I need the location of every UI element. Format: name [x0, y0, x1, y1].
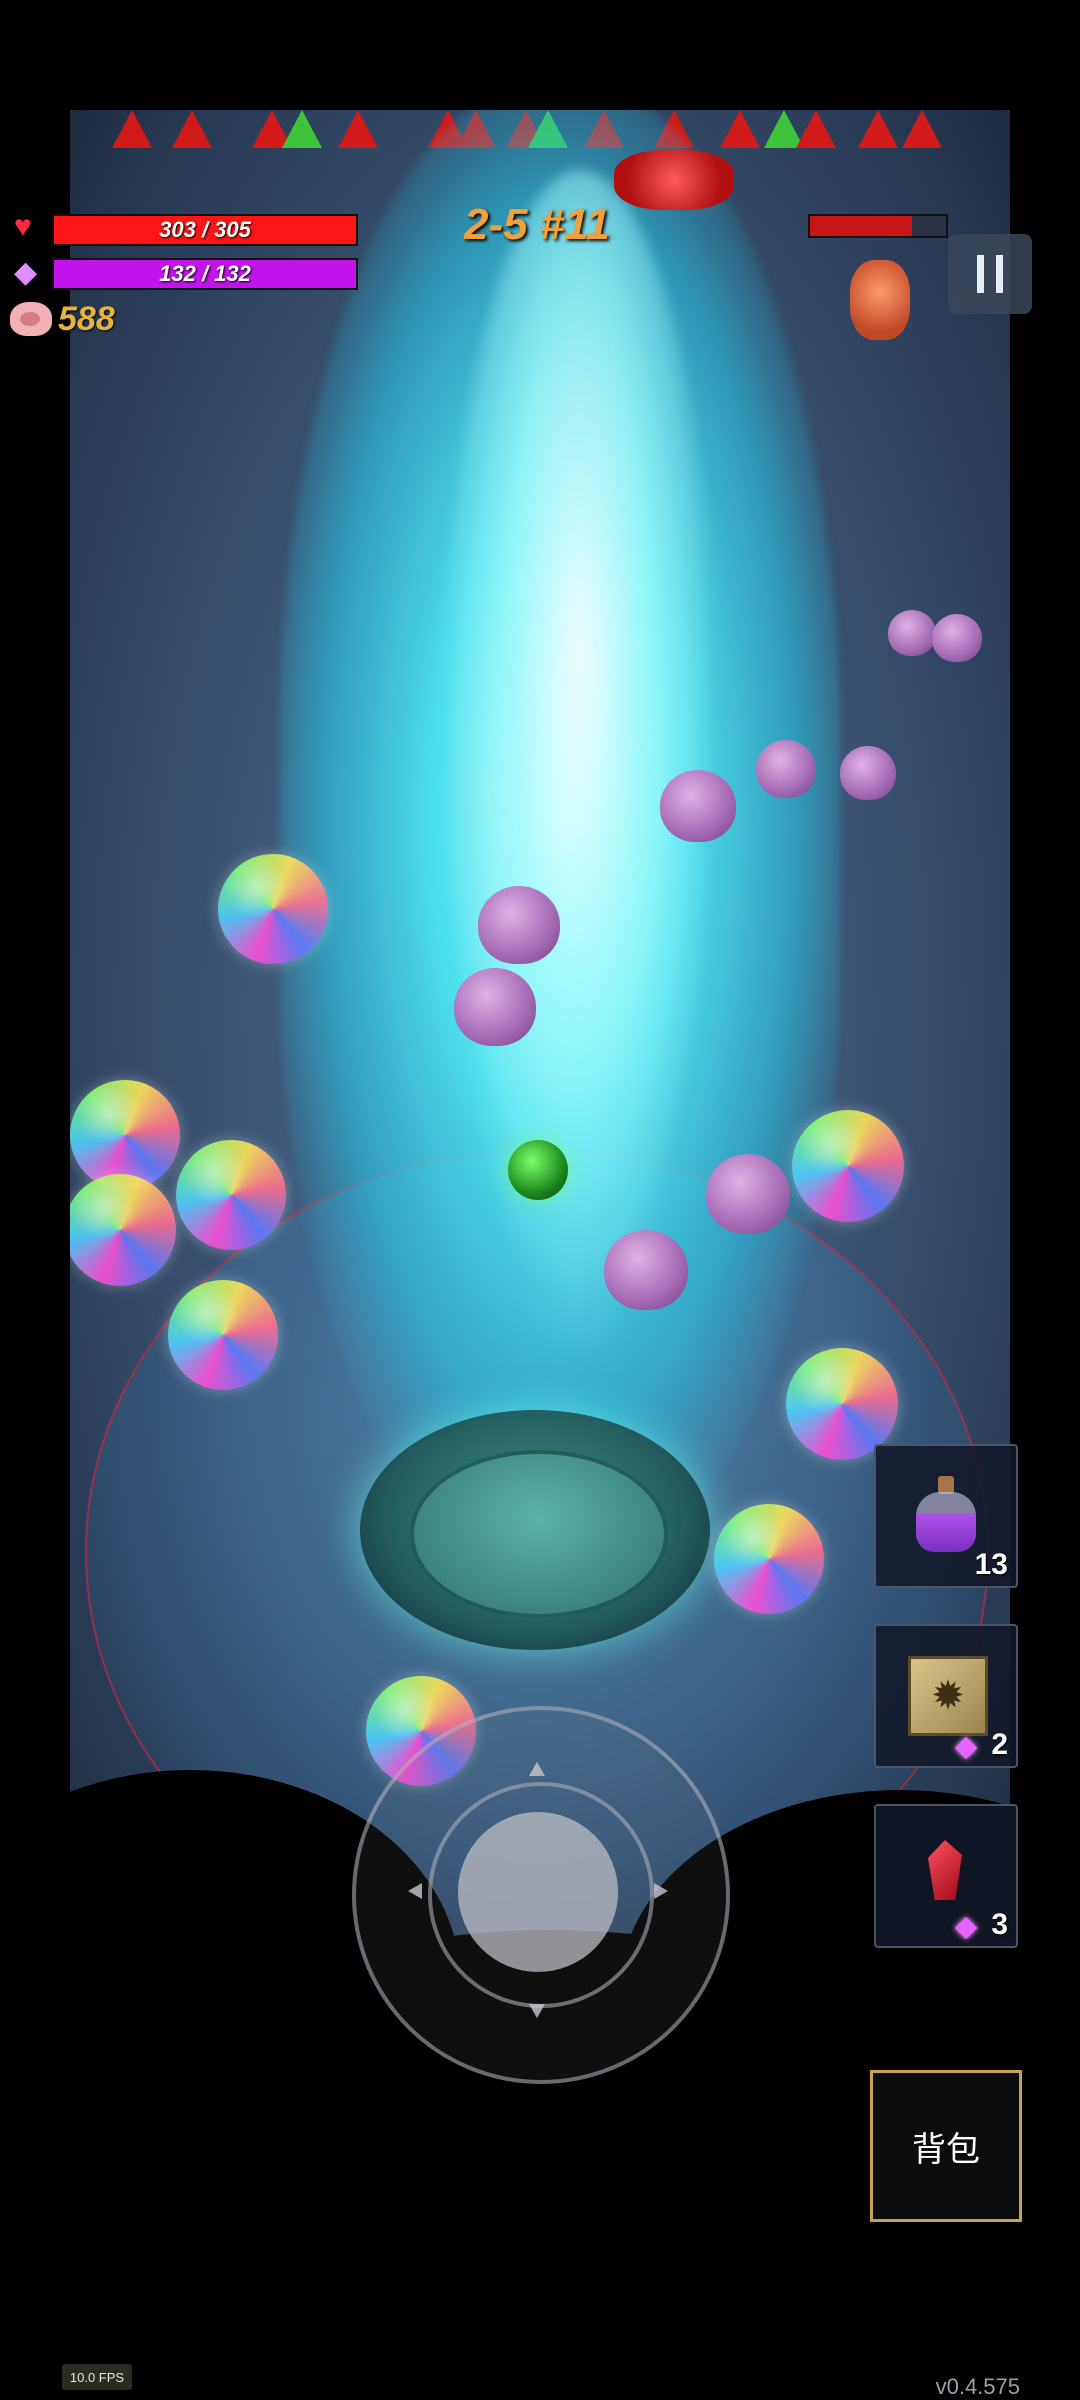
- mp-text: 132 / 132: [159, 261, 251, 286]
- backpack-button[interactable]: 背包: [870, 2070, 1022, 2222]
- gem-icon: ◆: [14, 256, 38, 289]
- slime-enemy: [932, 614, 982, 662]
- arrow-right-icon: [654, 1883, 668, 1899]
- bubble-projectile: [714, 1504, 824, 1614]
- spike: [282, 110, 322, 148]
- spike: [796, 110, 836, 148]
- slime-enemy: [706, 1154, 790, 1234]
- spike: [858, 110, 898, 148]
- version-label: v0.4.575: [935, 2374, 1020, 2399]
- slime-enemy: [454, 968, 536, 1046]
- slime-enemy: [888, 610, 936, 656]
- potion-icon: [916, 1476, 976, 1556]
- bubble-projectile: [218, 854, 328, 964]
- rune-box-icon: ✹: [908, 1656, 988, 1736]
- crystal-slot[interactable]: 3: [874, 1804, 1018, 1948]
- pause-icon: [977, 255, 984, 293]
- gem-cost-icon: [954, 1916, 978, 1940]
- spike: [720, 110, 760, 148]
- red-boss-enemy: [614, 150, 734, 210]
- joystick-knob[interactable]: [458, 1812, 618, 1972]
- spike: [338, 110, 378, 148]
- arrow-down-icon: [529, 2004, 545, 2018]
- potion-count: 13: [974, 1548, 1008, 1581]
- hp-bar: 303 / 305: [52, 214, 358, 246]
- arrow-up-icon: [529, 1762, 545, 1776]
- bubble-projectile: [792, 1110, 904, 1222]
- bubble-projectile: [176, 1140, 286, 1250]
- pig-icon: [10, 302, 52, 336]
- spike: [112, 110, 152, 148]
- potion-slot[interactable]: 13: [874, 1444, 1018, 1588]
- fox-enemy: [850, 260, 910, 340]
- bubble-projectile: [168, 1280, 278, 1390]
- spike: [902, 110, 942, 148]
- boss-hp-bar: [808, 214, 948, 238]
- gem-cost-icon: [954, 1736, 978, 1760]
- ice-beam-core: [440, 170, 720, 1370]
- bubble-projectile: [64, 1174, 176, 1286]
- slime-enemy: [660, 770, 736, 842]
- rune-box-cost: 2: [991, 1728, 1008, 1761]
- rune-box-slot[interactable]: ✹ 2: [874, 1624, 1018, 1768]
- heart-icon: ♥: [14, 210, 32, 243]
- stone-platform-inner: [410, 1450, 668, 1618]
- hp-text: 303 / 305: [159, 217, 251, 242]
- slime-enemy: [604, 1230, 688, 1310]
- player-character: [508, 1140, 568, 1200]
- stage-indicator: 2-5 #11: [464, 200, 610, 249]
- backpack-label: 背包: [912, 2129, 980, 2170]
- fps-counter: 10.0 FPS: [62, 2364, 132, 2390]
- arrow-left-icon: [408, 1883, 422, 1899]
- pause-icon: [996, 255, 1003, 293]
- pause-button[interactable]: [948, 234, 1032, 314]
- mp-bar: 132 / 132: [52, 258, 358, 290]
- slime-enemy: [756, 740, 816, 798]
- coin-count: 588: [58, 300, 115, 338]
- slime-enemy: [478, 886, 560, 964]
- spike: [172, 110, 212, 148]
- slime-enemy: [840, 746, 896, 800]
- crystal-cost: 3: [991, 1908, 1008, 1941]
- red-crystal-icon: [928, 1840, 962, 1900]
- boss-hp-fill: [810, 216, 912, 236]
